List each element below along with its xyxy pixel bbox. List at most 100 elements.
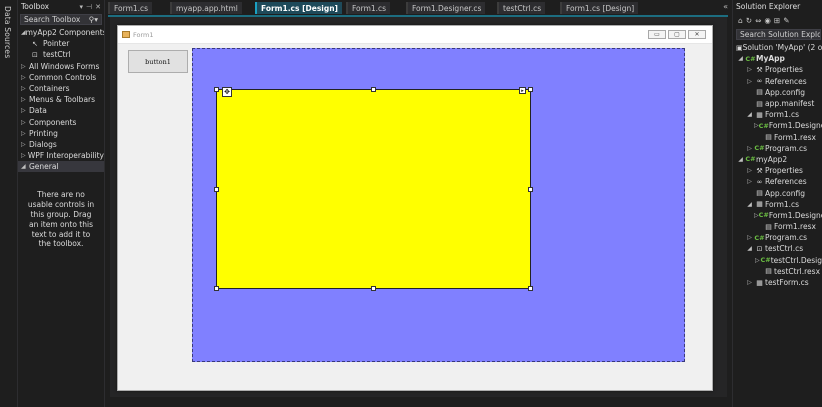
solution-tree-item-17[interactable]: ▷ C# Program.cs	[733, 232, 822, 243]
toolbox-group-3[interactable]: ▷ Containers	[18, 83, 104, 94]
resize-handle-sw[interactable]	[214, 286, 219, 291]
resize-handle-se[interactable]	[528, 286, 533, 291]
tab-5[interactable]: testCtrl.cs	[497, 2, 546, 14]
collapsed-arrow-icon[interactable]: ▷	[21, 119, 29, 126]
solution-search-input[interactable]: Search Solution Explorer (Ct	[736, 29, 821, 40]
toolbox-group-2[interactable]: ▷ Common Controls	[18, 72, 104, 83]
toolbox-group-0[interactable]: ◢ myApp2 Components	[18, 27, 104, 38]
toolbox-group-7[interactable]: ▷ Printing	[18, 128, 104, 139]
solution-tree-item-9[interactable]: ▷ C# Program.cs	[733, 143, 822, 154]
solution-tree-item-2[interactable]: ▷ ⚒ Properties	[733, 64, 822, 75]
tab-3[interactable]: Form1.cs	[346, 2, 391, 14]
toolbox-item-1[interactable]: ⊡ testCtrl	[18, 49, 104, 60]
collapsed-arrow-icon[interactable]: ▷	[21, 85, 29, 92]
collapsed-arrow-icon[interactable]: ▷	[21, 74, 29, 81]
solution-tree-item-0[interactable]: ▣ Solution 'MyApp' (2 of	[733, 42, 822, 53]
collapsed-arrow-icon[interactable]: ▷	[21, 130, 29, 137]
properties-icon[interactable]: ✎	[783, 16, 789, 25]
resize-handle-s[interactable]	[371, 286, 376, 291]
tree-arrow-icon[interactable]: ◢	[745, 201, 754, 208]
button1-control[interactable]: button1	[128, 50, 188, 73]
resize-handle-nw[interactable]	[214, 87, 219, 92]
form-titlebar[interactable]: Form1	[118, 26, 712, 44]
solution-tree-item-19[interactable]: ▷ C# testCtrl.Desig	[733, 255, 822, 266]
toolbox-title: Toolbox	[21, 2, 50, 11]
sync-icon[interactable]: ⇔	[755, 16, 761, 25]
solution-tree-item-6[interactable]: ◢ ▦ Form1.cs	[733, 109, 822, 120]
solution-tree-item-3[interactable]: ▷ ∞ References	[733, 76, 822, 87]
inner-panel-control[interactable]: ✥ ▸	[214, 87, 533, 291]
toolbox-group-10[interactable]: ◢ General	[18, 161, 104, 173]
solution-tree-item-12[interactable]: ▷ ∞ References	[733, 176, 822, 187]
solution-tree-item-14[interactable]: ◢ ▦ Form1.cs	[733, 199, 822, 210]
tree-arrow-icon[interactable]: ◢	[736, 55, 745, 62]
search-icon[interactable]: ⚲▾	[89, 15, 98, 24]
solution-tree-item-18[interactable]: ◢ ⊡ testCtrl.cs	[733, 243, 822, 254]
tree-arrow-icon[interactable]: ▷	[745, 279, 754, 286]
expanded-arrow-icon[interactable]: ◢	[21, 163, 29, 170]
refresh-icon[interactable]: ↻	[746, 16, 752, 25]
solution-tree-item-20[interactable]: ▤ testCtrl.resx	[733, 266, 822, 277]
close-icon[interactable]: ✕	[688, 30, 706, 39]
collapse-icon[interactable]: ⊞	[774, 16, 780, 25]
close-icon[interactable]: ✕	[95, 3, 101, 11]
solution-tree-label: Form1.cs	[765, 110, 800, 120]
resize-handle-ne[interactable]	[528, 87, 533, 92]
resize-handle-e[interactable]	[528, 187, 533, 192]
solution-tree-item-10[interactable]: ◢ C# myApp2	[733, 154, 822, 165]
show-all-icon[interactable]: ◉	[764, 16, 771, 25]
tree-arrow-icon[interactable]: ▷	[745, 234, 754, 241]
pin-icon[interactable]: ⊣	[86, 3, 92, 11]
dropdown-icon[interactable]: ▾	[80, 3, 84, 11]
solution-tree-item-11[interactable]: ▷ ⚒ Properties	[733, 165, 822, 176]
tab-6[interactable]: Form1.cs [Design]	[560, 2, 639, 14]
tree-arrow-icon[interactable]: ◢	[745, 245, 754, 252]
tree-arrow-icon[interactable]: ◢	[736, 156, 745, 163]
tab-2[interactable]: Form1.cs [Design]	[255, 2, 342, 14]
toolbox-item-0[interactable]: ↖ Pointer	[18, 38, 104, 49]
collapsed-arrow-icon[interactable]: ▷	[21, 107, 29, 114]
collapsed-arrow-icon[interactable]: ▷	[21, 63, 29, 70]
tree-arrow-icon[interactable]: ▷	[745, 178, 754, 185]
toolbox-group-8[interactable]: ▷ Dialogs	[18, 139, 104, 150]
collapsed-arrow-icon[interactable]: ▷	[21, 141, 29, 148]
tab-4[interactable]: Form1.Designer.cs	[406, 2, 486, 14]
toolbox-group-1[interactable]: ▷ All Windows Forms	[18, 61, 104, 72]
data-sources-tab[interactable]: Data Sources	[3, 6, 12, 58]
toolbox-group-6[interactable]: ▷ Components	[18, 117, 104, 128]
tab-overflow-icon[interactable]: «	[723, 2, 728, 11]
solution-tree-item-7[interactable]: ▷C#Form1.Designer	[733, 120, 822, 131]
solution-tree-item-15[interactable]: ▷C#Form1.Designer	[733, 210, 822, 221]
outer-panel-control[interactable]: ✥ ▸	[192, 48, 685, 362]
home-icon[interactable]: ⌂	[738, 16, 743, 25]
tree-arrow-icon[interactable]: ▷	[745, 78, 754, 85]
solution-tree-item-1[interactable]: ◢ C# MyApp	[733, 53, 822, 64]
resize-handle-w[interactable]	[214, 187, 219, 192]
tree-arrow-icon[interactable]: ▷	[745, 66, 754, 73]
solution-tree-item-8[interactable]: ▤ Form1.resx	[733, 132, 822, 143]
tree-arrow-icon[interactable]: ▷	[745, 145, 754, 152]
tree-arrow-icon[interactable]: ▷	[745, 167, 754, 174]
solution-tree-item-13[interactable]: ▤ App.config	[733, 187, 822, 198]
maximize-icon[interactable]: ▢	[668, 30, 686, 39]
form1-design-window[interactable]: Form1 ▭ ▢ ✕ button1 ✥ ▸	[117, 25, 713, 391]
toolbox-group-9[interactable]: ▷ WPF Interoperability	[18, 150, 104, 161]
smart-tag-icon[interactable]: ▸	[519, 87, 526, 94]
tab-0[interactable]: Form1.cs	[108, 2, 153, 14]
collapsed-arrow-icon[interactable]: ▷	[21, 152, 28, 159]
minimize-icon[interactable]: ▭	[648, 30, 666, 39]
toolbox-search-input[interactable]: Search Toolbox ⚲▾	[20, 14, 102, 25]
solution-tree-item-21[interactable]: ▷ ▦ testForm.cs	[733, 277, 822, 288]
toolbox-group-4[interactable]: ▷ Menus & Toolbars	[18, 94, 104, 105]
solution-tree-item-5[interactable]: ▤ app.manifest	[733, 98, 822, 109]
form-icon: ▦	[756, 110, 763, 119]
collapsed-arrow-icon[interactable]: ▷	[21, 96, 29, 103]
move-handle-icon[interactable]: ✥	[222, 87, 232, 97]
solution-tree-item-16[interactable]: ▤ Form1.resx	[733, 221, 822, 232]
resize-handle-n[interactable]	[371, 87, 376, 92]
tab-1[interactable]: myapp.app.html	[170, 2, 242, 14]
data-sources-strip[interactable]: Data Sources	[0, 0, 18, 407]
tree-arrow-icon[interactable]: ◢	[745, 111, 754, 118]
solution-tree-item-4[interactable]: ▤ App.config	[733, 87, 822, 98]
toolbox-group-5[interactable]: ▷ Data	[18, 105, 104, 116]
